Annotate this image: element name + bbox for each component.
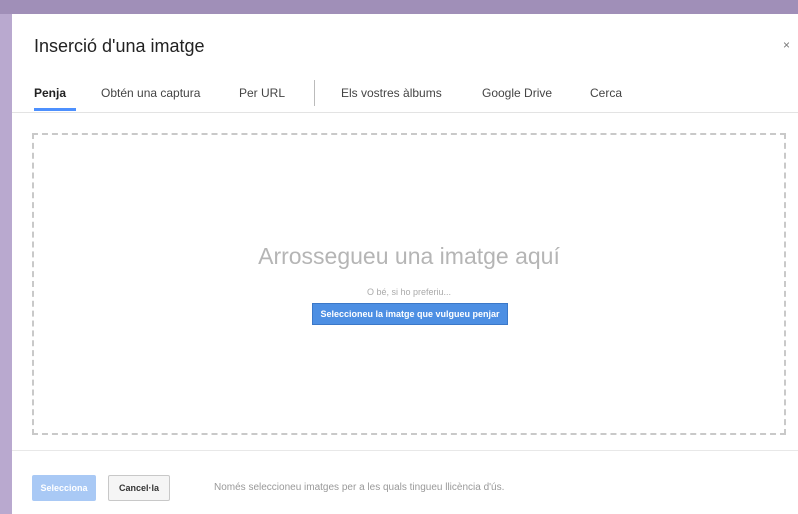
- insert-image-dialog: Inserció d'una imatge × Penja Obtén una …: [12, 14, 798, 514]
- tab-search[interactable]: Cerca: [590, 86, 622, 100]
- dialog-title: Inserció d'una imatge: [34, 36, 205, 56]
- license-note: Només seleccioneu imatges per a les qual…: [214, 482, 505, 493]
- tab-divider: [314, 80, 315, 106]
- select-image-to-upload-button[interactable]: Seleccioneu la imatge que vulgueu penjar: [312, 303, 508, 325]
- image-drop-zone[interactable]: Arrossegueu una imatge aquí O bé, si ho …: [32, 133, 786, 435]
- tab-bar: Penja Obtén una captura Per URL Els vost…: [12, 76, 798, 113]
- select-button[interactable]: Selecciona: [32, 475, 96, 501]
- tab-google-drive[interactable]: Google Drive: [482, 86, 552, 100]
- background-app-sidebar: [0, 14, 12, 514]
- active-tab-indicator: [34, 108, 76, 111]
- tab-upload[interactable]: Penja: [34, 86, 66, 100]
- tab-your-albums[interactable]: Els vostres àlbums: [341, 86, 442, 100]
- drop-zone-or-text: O bé, si ho preferiu...: [366, 287, 452, 297]
- background-app-bar: [0, 0, 798, 14]
- close-icon[interactable]: ×: [783, 38, 790, 52]
- tab-by-url[interactable]: Per URL: [239, 86, 285, 100]
- drop-zone-title: Arrossegueu una imatge aquí: [258, 243, 560, 269]
- dialog-footer: Selecciona Cancel·la Només seleccioneu i…: [12, 450, 798, 514]
- tab-take-snapshot[interactable]: Obtén una captura: [101, 86, 200, 100]
- cancel-button[interactable]: Cancel·la: [108, 475, 170, 501]
